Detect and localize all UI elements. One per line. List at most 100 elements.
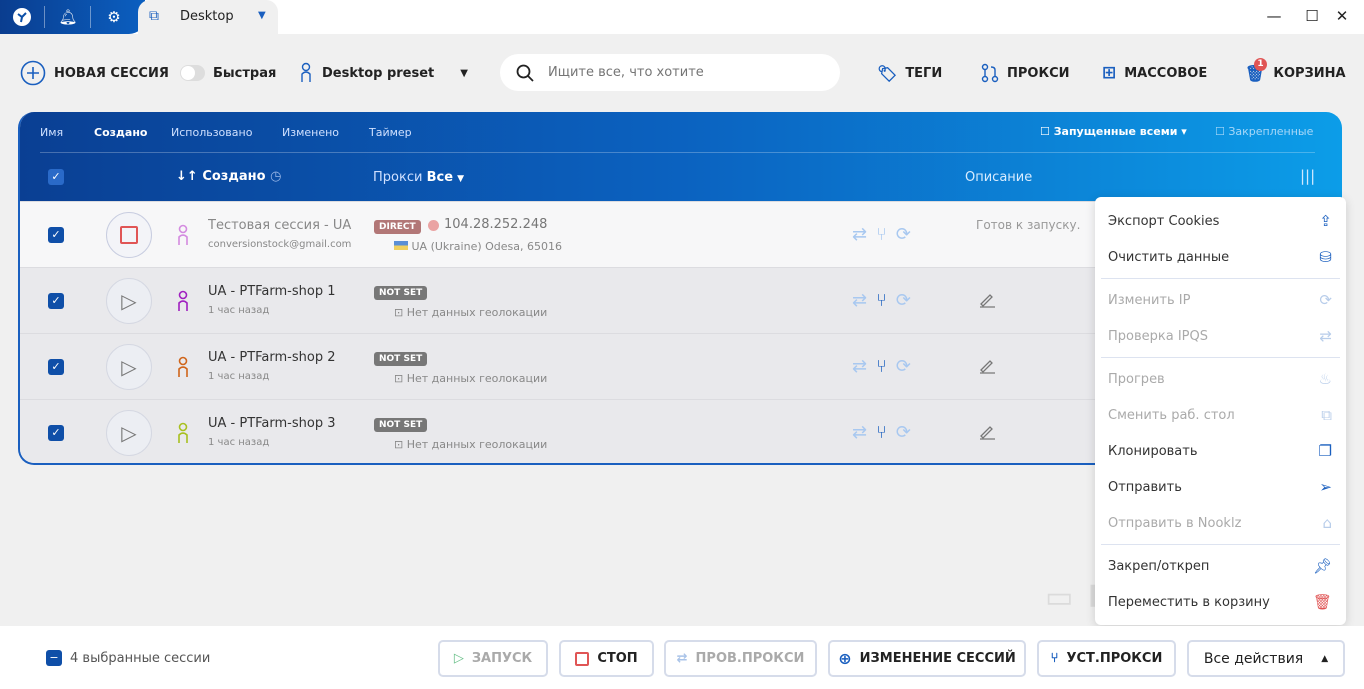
menu-item-trash[interactable]: Переместить в корзину 🗑︎ bbox=[1095, 584, 1346, 620]
sort-tab-used[interactable]: Использовано bbox=[171, 126, 252, 139]
row-checkbox[interactable]: ✓ bbox=[48, 293, 64, 309]
bulk-button[interactable]: ⊞ МАССОВОЕ bbox=[1102, 60, 1207, 86]
proxy-type-badge: NOT SET bbox=[374, 286, 428, 300]
geolocation-text: Нет данных геолокации bbox=[406, 372, 548, 385]
proxy-icon[interactable]: ⑂ bbox=[876, 224, 887, 245]
filter-pinned[interactable]: ☐ Закрепленные bbox=[1215, 125, 1313, 138]
description-text[interactable]: Готов к запуску. bbox=[976, 218, 1080, 232]
session-name[interactable]: UA - PTFarm-shop 1 bbox=[208, 284, 356, 299]
minimize-button[interactable]: — bbox=[1264, 7, 1284, 27]
start-session-button[interactable]: ▷ bbox=[106, 278, 152, 324]
session-subtitle: 1 час назад bbox=[208, 437, 270, 448]
check-proxy-button[interactable]: ⇄ ПРОВ.ПРОКСИ bbox=[664, 640, 817, 677]
refresh-icon[interactable]: ⟳ bbox=[896, 290, 911, 311]
person-icon bbox=[301, 62, 311, 82]
quick-toggle[interactable]: Быстрая bbox=[180, 60, 276, 86]
change-sessions-button[interactable]: ⊕ ИЗМЕНЕНИЕ СЕССИЙ bbox=[828, 640, 1026, 677]
menu-item-clone[interactable]: Клонировать ❐ bbox=[1095, 433, 1346, 469]
geolocation: ⊡ Нет данных геолокации bbox=[394, 438, 547, 451]
stop-session-button[interactable] bbox=[106, 212, 152, 258]
menu-item-check-proxy[interactable]: Проверка IPQS ⇄ bbox=[1095, 318, 1346, 354]
tab-desktop[interactable]: ⧉ Desktop ▼ bbox=[138, 0, 278, 34]
start-session-button[interactable]: ▷ bbox=[106, 410, 152, 456]
row-checkbox[interactable]: ✓ bbox=[48, 359, 64, 375]
preset-select[interactable]: Desktop preset ▼ bbox=[298, 60, 468, 86]
menu-item-export-cookies[interactable]: Экспорт Cookies ⇪ bbox=[1095, 203, 1346, 239]
bell-icon[interactable]: 🔔︎ bbox=[58, 7, 78, 27]
proxy-icon[interactable]: ⑂ bbox=[876, 356, 887, 377]
geolocation-text: Нет данных геолокации bbox=[406, 438, 548, 451]
selected-count: 4 выбранные сессии bbox=[70, 650, 211, 666]
geo-icon: ⊡ bbox=[394, 372, 404, 385]
menu-item-label: Экспорт Cookies bbox=[1108, 213, 1220, 229]
pin-icon: 📌︎ bbox=[1312, 557, 1332, 575]
person-icon bbox=[175, 224, 191, 252]
proxy-icon[interactable]: ⑂ bbox=[876, 422, 887, 443]
search-box[interactable] bbox=[500, 54, 840, 91]
edit-icon[interactable] bbox=[977, 422, 997, 444]
chevron-down-icon[interactable]: ▼ bbox=[258, 10, 266, 21]
sort-tab-timer[interactable]: Таймер bbox=[369, 126, 412, 139]
refresh-icon[interactable]: ⟳ bbox=[896, 356, 911, 377]
flame-icon: ♨ bbox=[1318, 370, 1332, 388]
chevron-up-icon: ▲ bbox=[1321, 653, 1329, 664]
close-button[interactable]: ✕ bbox=[1332, 7, 1352, 27]
check-proxy-icon[interactable]: ⇄ bbox=[852, 356, 867, 377]
proxy-button[interactable]: ПРОКСИ bbox=[981, 60, 1070, 86]
tags-label: ТЕГИ bbox=[905, 65, 943, 81]
app-logo-icon[interactable] bbox=[12, 7, 32, 27]
session-name[interactable]: Тестовая сессия - UA - PTFarm bbox=[208, 218, 356, 233]
refresh-icon[interactable]: ⟳ bbox=[896, 224, 911, 245]
row-checkbox[interactable]: ✓ bbox=[48, 425, 64, 441]
menu-item-send[interactable]: Отправить ➢ bbox=[1095, 469, 1346, 505]
toggle-switch[interactable] bbox=[180, 65, 205, 81]
sort-tab-created[interactable]: Создано bbox=[94, 126, 148, 139]
session-name[interactable]: UA - PTFarm-shop 3 bbox=[208, 416, 356, 431]
status-dot bbox=[428, 220, 439, 231]
edit-icon[interactable] bbox=[977, 356, 997, 378]
all-actions-button[interactable]: Все действия ▲ bbox=[1187, 640, 1345, 677]
proxy-type-badge: NOT SET bbox=[374, 418, 428, 432]
columns-icon[interactable]: ||| bbox=[1300, 167, 1315, 185]
geolocation-text: Нет данных геолокации bbox=[406, 306, 548, 319]
filter-running-label: Запущенные всеми bbox=[1053, 125, 1178, 138]
stop-button[interactable]: СТОП bbox=[559, 640, 654, 677]
deselect-checkbox[interactable]: − bbox=[46, 650, 62, 666]
proxy-icon[interactable]: ⑂ bbox=[876, 290, 887, 311]
refresh-icon[interactable]: ⟳ bbox=[896, 422, 911, 443]
check-proxy-icon[interactable]: ⇄ bbox=[852, 290, 867, 311]
row-checkbox[interactable]: ✓ bbox=[48, 227, 64, 243]
start-session-button[interactable]: ▷ bbox=[106, 344, 152, 390]
sort-created-header[interactable]: ↓↑ Создано ◷ bbox=[176, 169, 281, 184]
check-proxy-icon[interactable]: ⇄ bbox=[852, 422, 867, 443]
menu-item-nooklz[interactable]: Отправить в Nooklz ⌂ bbox=[1095, 505, 1346, 541]
menu-item-clear-data[interactable]: Очистить данные ⛁ bbox=[1095, 239, 1346, 275]
set-proxy-label: УСТ.ПРОКСИ bbox=[1066, 651, 1163, 666]
selection-status[interactable]: − 4 выбранные сессии bbox=[46, 650, 210, 666]
col-description-label: Описание bbox=[965, 170, 1033, 185]
tags-button[interactable]: 🏷︎ ТЕГИ bbox=[877, 60, 942, 86]
all-actions-label: Все действия bbox=[1203, 650, 1304, 667]
proxy-filter[interactable]: Прокси Все ▼ bbox=[373, 170, 464, 185]
trash-button[interactable]: 🗑︎ 1 КОРЗИНА bbox=[1245, 57, 1346, 86]
session-name[interactable]: UA - PTFarm-shop 2 bbox=[208, 350, 356, 365]
edit-icon[interactable] bbox=[977, 290, 997, 312]
gear-icon[interactable]: ⚙ bbox=[104, 7, 124, 27]
set-proxy-button[interactable]: ⑂ УСТ.ПРОКСИ bbox=[1037, 640, 1176, 677]
maximize-button[interactable]: ☐ bbox=[1302, 7, 1322, 27]
stop-icon bbox=[120, 226, 138, 244]
sort-tab-name[interactable]: Имя bbox=[40, 126, 63, 139]
new-session-button[interactable]: НОВАЯ СЕССИЯ bbox=[20, 60, 169, 86]
menu-item-pin[interactable]: Закреп/откреп 📌︎ bbox=[1095, 548, 1346, 584]
start-button[interactable]: ▷ ЗАПУСК bbox=[438, 640, 548, 677]
sort-tab-modified[interactable]: Изменено bbox=[282, 126, 339, 139]
check-proxy-icon[interactable]: ⇄ bbox=[852, 224, 867, 245]
search-input[interactable] bbox=[548, 65, 808, 80]
filter-running[interactable]: ☐ Запущенные всеми ▾ bbox=[1040, 125, 1187, 138]
proxy-type-badge: DIRECT bbox=[374, 220, 421, 234]
menu-item-refresh[interactable]: Изменить IP ⟳ bbox=[1095, 282, 1346, 318]
menu-item-flame[interactable]: Прогрев ♨ bbox=[1095, 361, 1346, 397]
menu-item-desktop[interactable]: Сменить раб. стол ⧉ bbox=[1095, 397, 1346, 433]
select-all-checkbox[interactable]: ✓ bbox=[48, 169, 64, 185]
play-icon: ▷ bbox=[453, 651, 464, 666]
